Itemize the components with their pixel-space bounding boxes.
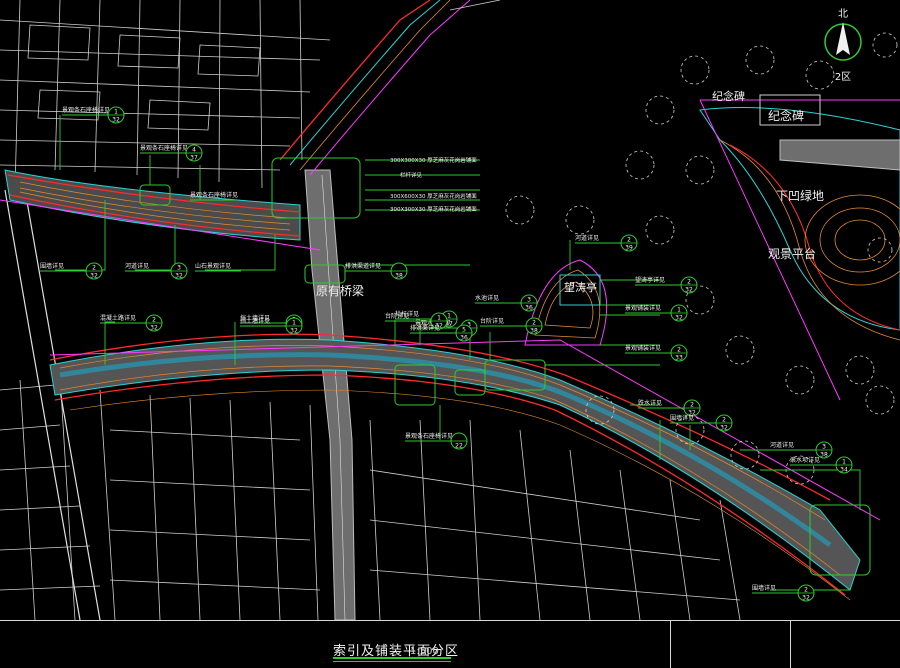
callout-text: 混凝土路详见	[100, 314, 136, 322]
material-note: 300X300X30 厚芝麻灰花岗岩铺面	[390, 156, 477, 164]
callout-sheet-number: 32	[675, 315, 683, 322]
callout-sheet-number: 32	[720, 425, 728, 432]
title-underline-thin	[333, 661, 451, 662]
callout-text: 围墙详见	[752, 584, 776, 592]
callout-sheet-index: 1	[677, 307, 681, 314]
memorial-label-1: 纪念碑	[712, 89, 745, 103]
callout-text: 河道详见	[575, 234, 599, 242]
north-label: 北	[838, 8, 848, 20]
callout-text: 景观条石座椅详见	[62, 106, 110, 114]
callout-sheet-index: 2	[722, 417, 726, 424]
callout-sheet-number: 32	[175, 273, 183, 280]
pavilion-label: 望涛亭	[564, 280, 597, 294]
callout-sheet-index: 2	[152, 317, 156, 324]
title-underline	[333, 657, 451, 659]
callout-sheet-index: 1	[842, 459, 846, 466]
callout-sheet-index: 1	[292, 320, 296, 327]
callout-sheet-number: 32	[90, 273, 98, 280]
callout-sheet-index: 5	[462, 327, 466, 334]
sheet-title: 索引及铺装平面分区	[333, 640, 459, 662]
viewing-platform-label: 观景平台	[768, 246, 816, 261]
callout-text: 排洪渠详见	[410, 324, 440, 332]
callout-sheet-number: 32	[112, 117, 120, 124]
callout-2: 景观条石座椅详见	[190, 191, 238, 201]
callout-sheet-number: 32	[290, 328, 298, 335]
callout-sheet-index: 2	[690, 402, 694, 409]
callout-sheet-number: 39	[625, 245, 633, 252]
material-note: 300X600X30 厚芝麻灰花岗岩铺面	[390, 192, 477, 200]
callout-text: 围墙详见	[40, 262, 64, 270]
callout-sheet-number: 33	[675, 355, 683, 362]
callout-sheet-index: 3	[822, 444, 826, 451]
callout-sheet-index: 3	[177, 265, 181, 272]
title-divider	[790, 621, 791, 668]
callout-sheet-index: 2	[687, 279, 691, 286]
callout-sheet-number: 38	[395, 273, 403, 280]
callout-sheet-number: 36	[460, 335, 468, 342]
callout-sheet-index: 1	[114, 109, 118, 116]
callout-text: 景观铺装详见	[625, 344, 661, 352]
callout-sheet-index: 4	[192, 147, 196, 154]
callout-text: 河道详见	[770, 441, 794, 449]
callout-text: 滚水坝详见	[790, 456, 820, 464]
callout-text: 景观条石座椅详见	[405, 432, 453, 440]
material-note: 栏杆详见	[400, 171, 423, 179]
callout-sheet-number: 22	[455, 443, 463, 450]
callout-sheet-index: 2	[532, 320, 536, 327]
callout-sheet-number: 37	[190, 155, 198, 162]
title-divider	[670, 621, 671, 668]
cad-drawing: 景观条石座椅详见 132景观条石座椅详见 437景观条石座椅详见栏杆详见 137 台阶详…	[0, 0, 900, 620]
scale-label: 1:500	[410, 646, 439, 657]
callout-text: 台阶详见	[385, 312, 409, 320]
callout-sheet-number: 36	[525, 305, 533, 312]
callout-sheet-index: 2	[804, 587, 808, 594]
callout-text: 水池详见	[475, 294, 499, 302]
callout-text: 跌水详见	[638, 399, 662, 407]
callout-text: 山石景观详见	[195, 262, 231, 270]
callout-text: 台阶详见	[480, 317, 504, 325]
callout-text: 景观条石座椅详见	[190, 191, 238, 199]
callout-sheet-number: 32	[150, 325, 158, 332]
callout-sheet-index: 1	[437, 315, 441, 322]
callout-sheet-number: 32	[685, 287, 693, 294]
sunken-garden-label: 下凹绿地	[776, 188, 824, 203]
callout-sheet-index: 3	[527, 297, 531, 304]
callout-text: 围墙详见	[670, 414, 694, 422]
callout-text: 排洪渠道详见	[345, 262, 381, 270]
callout-text: 挡土墙详见	[240, 317, 270, 325]
callout-text: 望涛亭详见	[635, 276, 665, 284]
callout-sheet-index: 2	[677, 347, 681, 354]
callout-sheet-number: 34	[840, 467, 848, 474]
callout-sheet-index: 2	[92, 265, 96, 272]
callout-text: 景观条石座椅详见	[140, 144, 188, 152]
bridge-label: 原有桥梁	[316, 283, 364, 298]
callout-sheet-index: 1	[447, 313, 451, 320]
callout-sheet-number: 38	[820, 452, 828, 459]
memorial-label-2: 纪念碑	[768, 108, 804, 123]
callout-sheet-number: 32	[802, 595, 810, 602]
callout-text: 河道详见	[125, 262, 149, 270]
callout-text: 景观铺装详见	[625, 304, 661, 312]
callout-sheet-number: 38	[530, 328, 538, 335]
zone-number: 2区	[835, 71, 851, 83]
material-note: 300X300X30 厚芝麻灰花岗岩铺面	[390, 205, 477, 213]
callout-sheet-index: 2	[627, 237, 631, 244]
drawing-background	[0, 0, 900, 620]
